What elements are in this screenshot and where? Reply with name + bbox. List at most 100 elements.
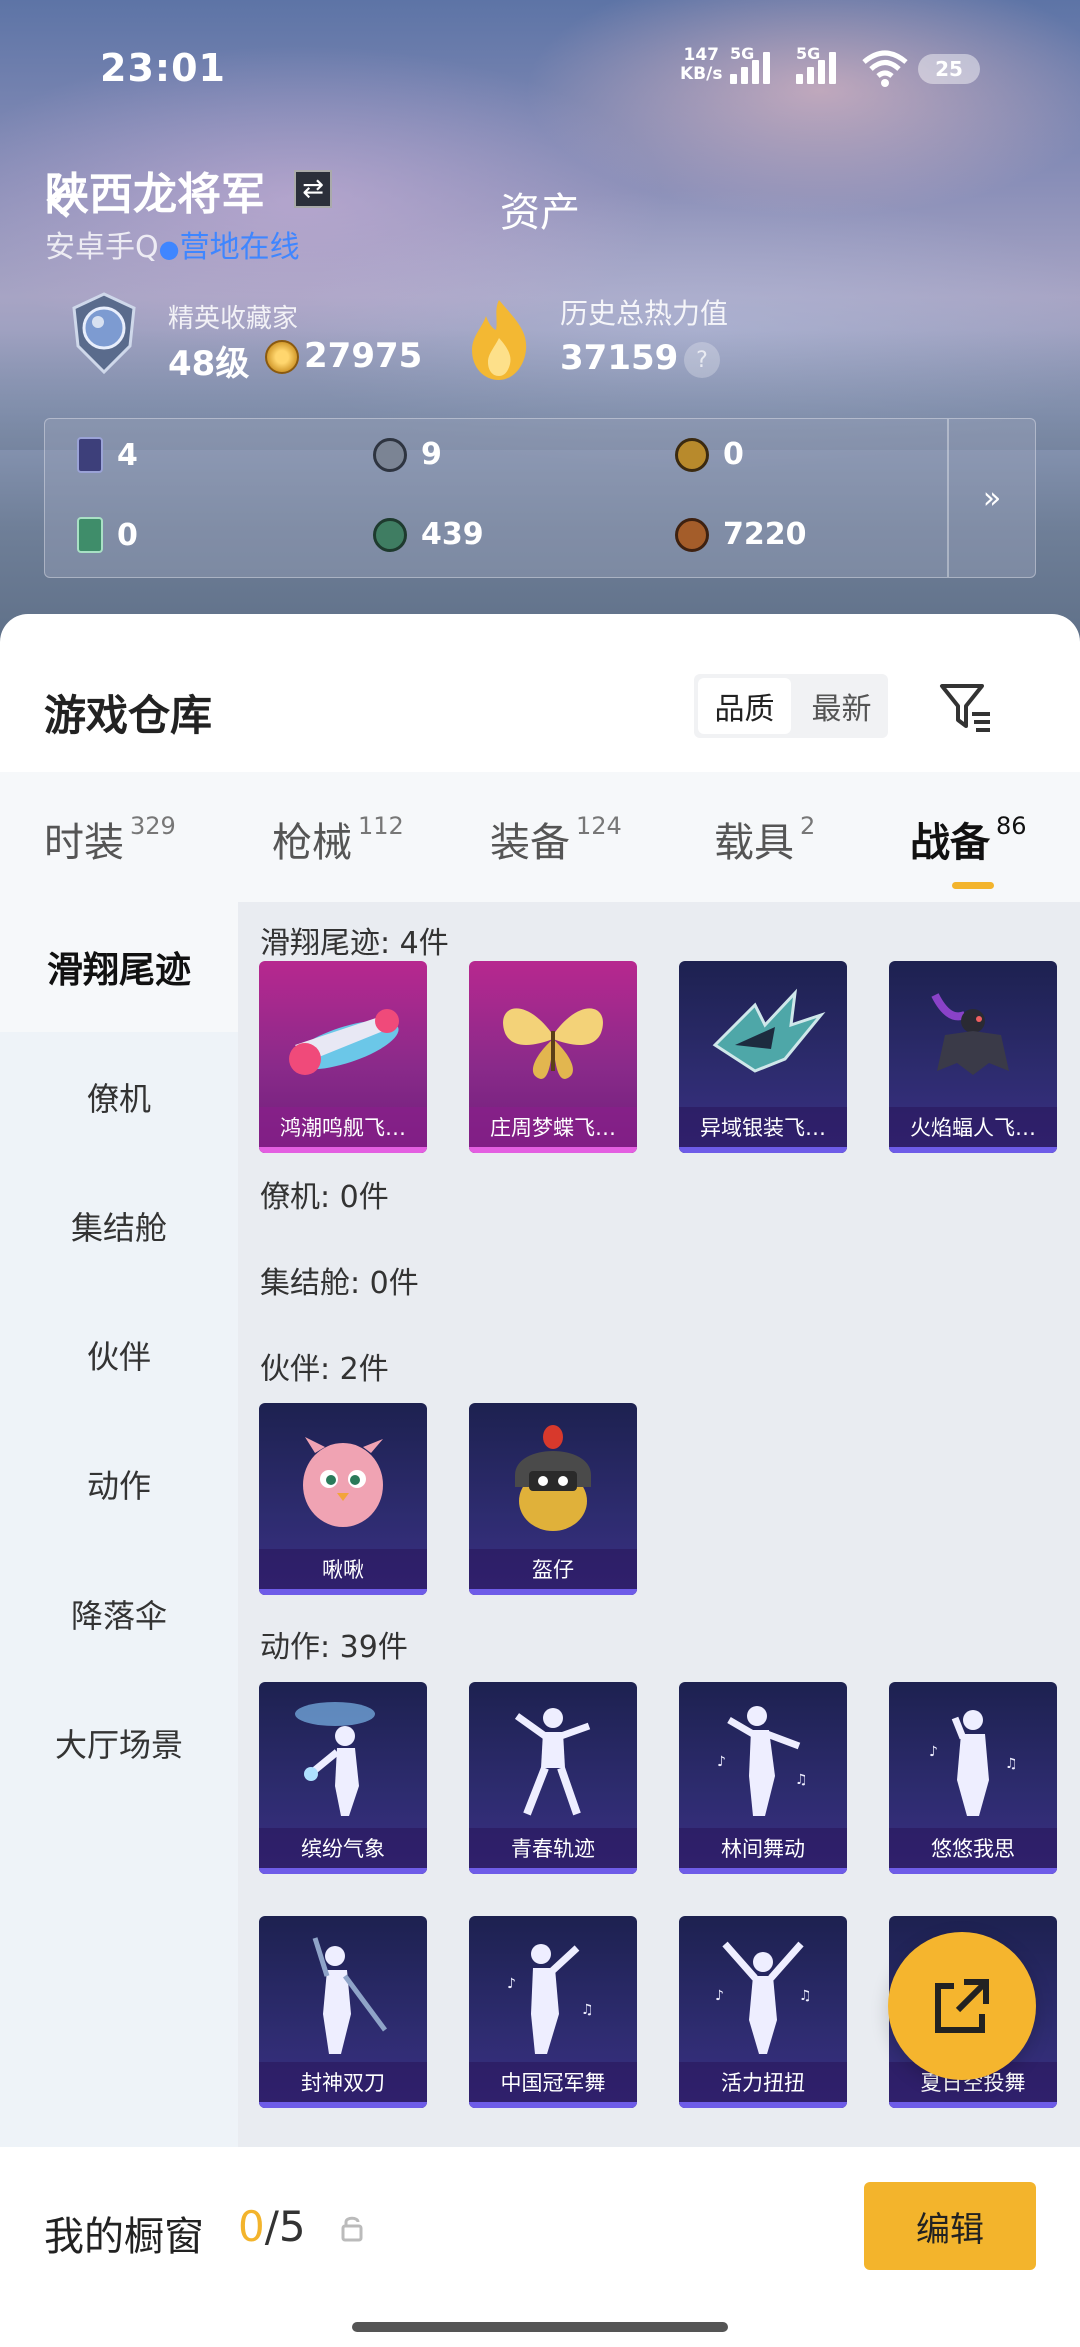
section-title-capsule: 集结舱: 0件 (260, 1266, 419, 1301)
tab-battle-gear[interactable]: 战备 86 (910, 810, 1027, 868)
net-speed-value: 147 (683, 45, 719, 65)
sidebar-item-wingman[interactable]: 僚机 (0, 1032, 238, 1162)
heat-flame-icon (472, 300, 527, 380)
item-card[interactable]: 盔仔 (469, 1403, 637, 1595)
sort-toggle: 品质 最新 (694, 674, 888, 738)
online-dot-icon: ● (158, 235, 180, 263)
assets-panel[interactable]: 4 9 0 0 439 7220 » (44, 418, 1036, 578)
sidebar-item-capsule[interactable]: 集结舱 (0, 1161, 238, 1291)
level-label: 精英收藏家 (168, 304, 299, 334)
sidebar-item-lobby-scene[interactable]: 大厅场景 (0, 1678, 238, 1808)
coin-icon (265, 340, 299, 374)
share-button[interactable] (888, 1932, 1036, 2080)
filter-icon[interactable] (938, 680, 994, 736)
tab-fashion[interactable]: 时装 329 (44, 810, 176, 868)
sort-newest-button[interactable]: 最新 (795, 674, 888, 738)
asset-item: 0 (77, 517, 138, 553)
heat-label: 历史总热力值 (560, 297, 729, 330)
level-value: 48级 (168, 344, 250, 384)
tab-count: 86 (996, 811, 1027, 840)
home-indicator[interactable] (352, 2322, 728, 2332)
tab-label: 装备 (490, 820, 570, 866)
item-card[interactable]: 啾啾 (259, 1403, 427, 1595)
tab-label: 战备 (910, 820, 990, 866)
tab-equipment[interactable]: 装备 124 (490, 810, 622, 868)
showcase-bar: 我的橱窗 0/5 编辑 (0, 2152, 1080, 2347)
helmet-chick-icon (515, 1425, 591, 1531)
net-speed-unit: KB/s (680, 64, 723, 84)
item-card[interactable]: 封神双刀 (259, 1916, 427, 2108)
tab-count: 2 (800, 811, 816, 840)
item-name: 缤纷气象 (259, 1828, 427, 1874)
sidebar: 滑翔尾迹 僚机 集结舱 伙伴 动作 降落伞 大厅场景 (0, 902, 238, 2147)
switch-account-icon[interactable]: ⇄ (294, 170, 332, 208)
tab-guns[interactable]: 枪械 112 (272, 810, 404, 868)
edit-button[interactable]: 编辑 (864, 2182, 1036, 2270)
tab-vehicles[interactable]: 载具 2 (714, 810, 815, 868)
collector-badge-icon (72, 292, 136, 375)
silver-wing-icon (712, 988, 826, 1073)
network-speed: 147 KB/s (680, 46, 722, 84)
dance-pose-icon (514, 1708, 591, 1816)
item-card[interactable]: 青春轨迹 (469, 1682, 637, 1874)
silver-coin-icon (373, 437, 407, 472)
tab-label: 载具 (714, 820, 794, 866)
asset-item: 9 (373, 437, 442, 472)
item-name: 活力扭扭 (679, 2062, 847, 2108)
dance-pose-icon: ♪♫ (717, 1706, 808, 1816)
dance-pose-icon: ♪♫ (507, 1944, 594, 2054)
item-card[interactable]: ♪ ♫ 活力扭扭 (679, 1916, 847, 2108)
signal-tag-2: 5G (796, 44, 821, 63)
item-card[interactable]: ♪ ♫ 林间舞动 (679, 1682, 847, 1874)
item-card[interactable]: 庄周梦蝶飞… (469, 961, 637, 1153)
asset-item: 4 (77, 437, 138, 473)
svg-text:♫: ♫ (795, 1772, 808, 1788)
sidebar-item-parachute[interactable]: 降落伞 (0, 1549, 238, 1679)
item-card[interactable]: 缤纷气象 (259, 1682, 427, 1874)
assets-more-button[interactable]: » (947, 419, 1035, 577)
sidebar-item-partner[interactable]: 伙伴 (0, 1290, 238, 1420)
item-card[interactable]: 火焰蝠人飞… (889, 961, 1057, 1153)
section-title-emote: 动作: 39件 (260, 1630, 408, 1665)
dance-pose-icon: ♪♫ (929, 1710, 1018, 1816)
item-name: 青春轨迹 (469, 1828, 637, 1874)
asset-item: 439 (373, 517, 484, 552)
share-icon (935, 1979, 989, 2033)
item-card[interactable]: ♪ ♫ 悠悠我思 (889, 1682, 1057, 1874)
tab-label: 枪械 (272, 820, 352, 866)
svg-text:♪: ♪ (507, 1976, 516, 1992)
sort-quality-button[interactable]: 品质 (698, 678, 791, 734)
sidebar-item-emote[interactable]: 动作 (0, 1419, 238, 1549)
user-platform-line: 安卓手Q●营地在线 (45, 222, 300, 266)
item-card[interactable]: ♪ ♫ 中国冠军舞 (469, 1916, 637, 2108)
category-tabs: 时装 329 枪械 112 装备 124 载具 2 战备 86 (0, 772, 1080, 902)
heat-value: 37159 (560, 338, 679, 378)
sidebar-item-glide-trail[interactable]: 滑翔尾迹 (0, 902, 238, 1032)
item-name: 中国冠军舞 (469, 2062, 637, 2108)
signal-tag: 5G (730, 44, 755, 63)
showcase-current: 0 (238, 2202, 265, 2251)
svg-text:♫: ♫ (799, 1988, 812, 2004)
item-name: 封神双刀 (259, 2062, 427, 2108)
dance-pose-icon (295, 1702, 375, 1816)
wifi-icon (862, 50, 908, 87)
green-card-icon (77, 517, 103, 553)
showcase-title: 我的橱窗 (44, 2214, 204, 2260)
active-tab-indicator (952, 882, 994, 889)
showcase-total: /5 (264, 2202, 306, 2251)
item-name: 林间舞动 (679, 1828, 847, 1874)
showcase-count: 0/5 (238, 2202, 306, 2251)
svg-text:♪: ♪ (717, 1754, 726, 1770)
section-title-partner: 伙伴: 2件 (260, 1352, 389, 1387)
dance-pose-icon: ♪♫ (715, 1941, 812, 2054)
tab-count: 329 (130, 811, 176, 840)
jade-coin-icon (373, 517, 407, 552)
status-bar: 23:01 147 KB/s 5G 5G 25 (0, 0, 1080, 140)
item-card[interactable]: 鸿潮鸣舰飞… (259, 961, 427, 1153)
item-card[interactable]: 异域银装飞… (679, 961, 847, 1153)
tab-count: 112 (358, 811, 404, 840)
help-icon[interactable]: ? (684, 342, 720, 378)
asset-value: 0 (723, 437, 744, 472)
asset-item: 0 (675, 437, 744, 472)
lock-icon (341, 2216, 363, 2242)
